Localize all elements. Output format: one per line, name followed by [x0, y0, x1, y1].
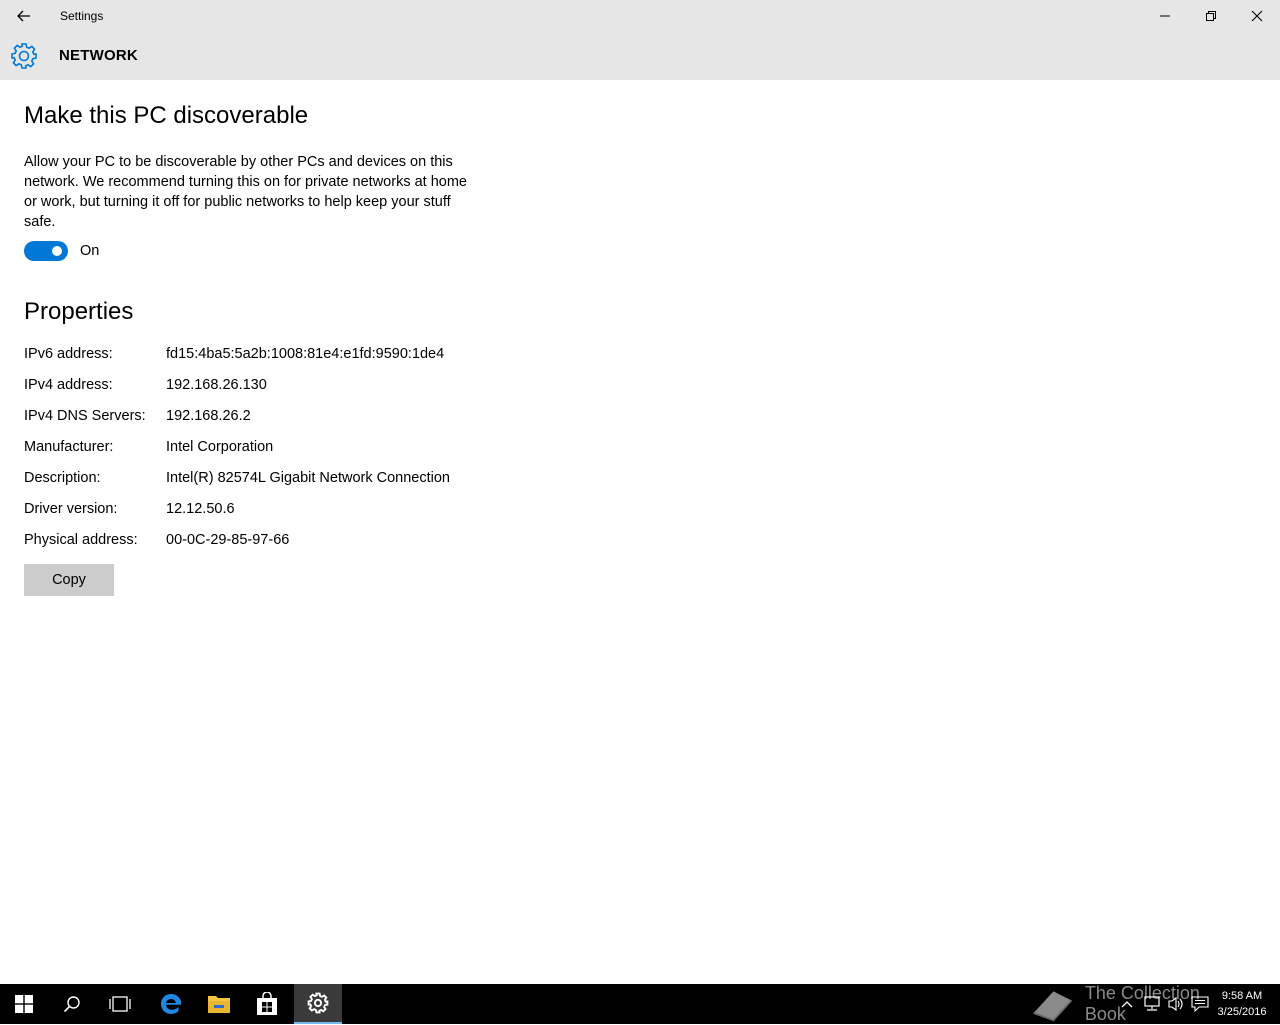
task-view-button[interactable]	[96, 984, 144, 1024]
gear-icon	[11, 43, 37, 69]
minimize-button[interactable]	[1142, 0, 1188, 32]
discoverable-toggle-row: On	[24, 240, 99, 262]
taskbar-store[interactable]	[243, 984, 291, 1024]
property-value: 192.168.26.2	[166, 408, 251, 424]
page-title: NETWORK	[59, 47, 138, 64]
back-button[interactable]	[0, 0, 48, 32]
property-value: 00-0C-29-85-97-66	[166, 532, 290, 548]
property-label: IPv4 address:	[24, 377, 113, 393]
notification-icon	[1191, 996, 1209, 1012]
property-label: Description:	[24, 470, 101, 486]
restore-button[interactable]	[1188, 0, 1234, 32]
property-label: Physical address:	[24, 532, 138, 548]
taskbar-settings[interactable]	[294, 984, 342, 1024]
close-button[interactable]	[1234, 0, 1280, 32]
edge-icon	[161, 994, 182, 1014]
properties-heading: Properties	[24, 298, 134, 325]
discoverable-description: Allow your PC to be discoverable by othe…	[24, 154, 467, 230]
toggle-knob	[52, 246, 62, 256]
property-label: IPv4 DNS Servers:	[24, 408, 146, 424]
action-center-button[interactable]	[1188, 984, 1212, 1024]
property-value: 12.12.50.6	[166, 501, 235, 517]
search-button[interactable]	[48, 984, 96, 1024]
property-value: Intel Corporation	[166, 439, 274, 455]
show-hidden-icons-button[interactable]	[1116, 984, 1138, 1024]
title-bar: Settings NETWORK	[0, 0, 1280, 80]
taskbar-file-explorer[interactable]	[195, 984, 243, 1024]
discoverable-heading: Make this PC discoverable	[24, 102, 309, 129]
network-icon	[1144, 996, 1160, 1011]
task-view-icon	[109, 996, 131, 1012]
copy-button[interactable]: Copy	[24, 564, 114, 596]
chevron-up-icon	[1121, 1001, 1133, 1008]
search-icon	[63, 996, 80, 1013]
property-label: Driver version:	[24, 501, 118, 517]
settings-icon	[307, 992, 329, 1014]
property-label: Manufacturer:	[24, 439, 114, 455]
property-value: 192.168.26.130	[166, 377, 267, 393]
start-icon	[15, 995, 33, 1013]
discoverable-toggle[interactable]	[24, 241, 68, 261]
property-label: IPv6 address:	[24, 346, 113, 362]
volume-tray-button[interactable]	[1164, 984, 1188, 1024]
taskbar-clock[interactable]: 9:58 AM 3/25/2016	[1210, 988, 1274, 1020]
window-title: Settings	[60, 9, 104, 23]
book-icon	[1033, 991, 1073, 1022]
file-explorer-icon	[208, 996, 230, 1013]
network-tray-button[interactable]	[1140, 984, 1164, 1024]
clock-time: 9:58 AM	[1221, 990, 1263, 1002]
clock-date: 3/25/2016	[1217, 1006, 1267, 1018]
minimize-icon	[1160, 15, 1170, 17]
property-value: Intel(R) 82574L Gigabit Network Connecti…	[166, 470, 450, 486]
restore-icon	[1206, 11, 1216, 21]
store-icon	[257, 992, 277, 1015]
close-icon	[1251, 10, 1263, 22]
start-button[interactable]	[0, 984, 48, 1024]
volume-icon	[1168, 996, 1183, 1012]
back-arrow-icon	[17, 10, 30, 22]
property-value: fd15:4ba5:5a2b:1008:81e4:e1fd:9590:1de4	[166, 346, 445, 362]
toggle-state-label: On	[80, 243, 100, 259]
taskbar-edge[interactable]	[147, 984, 195, 1024]
